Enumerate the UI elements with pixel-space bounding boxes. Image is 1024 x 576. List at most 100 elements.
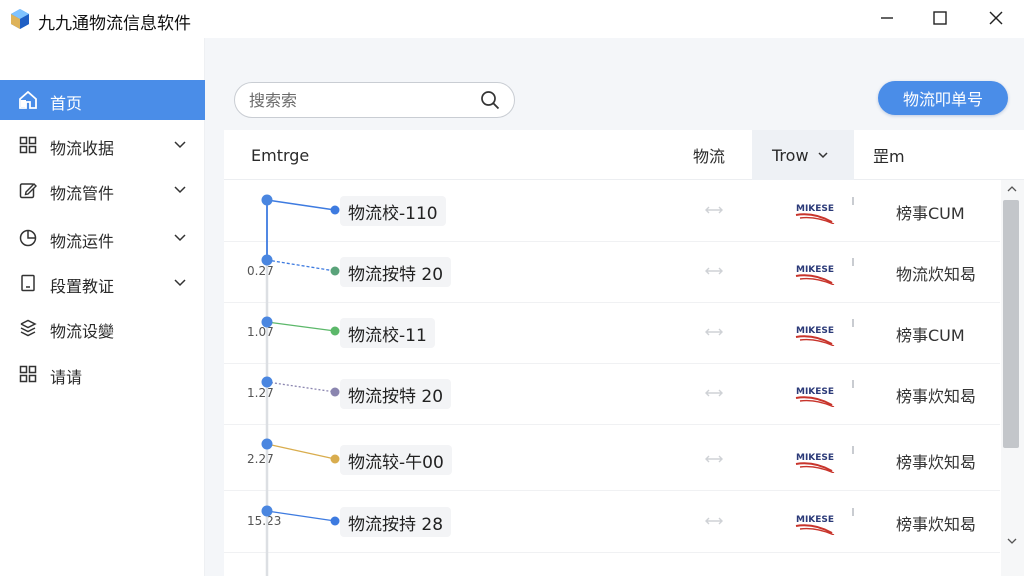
search-icon[interactable]: [480, 90, 500, 110]
sidebar-item-home[interactable]: 首页: [0, 80, 205, 120]
chevron-down-icon: [174, 141, 186, 149]
pie-chart-icon: [19, 229, 37, 247]
chevron-down-icon: [174, 279, 186, 287]
sidebar-item-transport[interactable]: 物流运件: [0, 218, 205, 258]
sidebar-item-receipts[interactable]: 物流收据: [0, 125, 205, 165]
sidebar-item-requests[interactable]: 请请: [0, 354, 205, 394]
carrier-logo-text: MIKESE: [796, 265, 834, 275]
row-status: 榜事炊知曷: [896, 387, 977, 406]
row-time: 15.23: [247, 514, 282, 528]
table-header: Emtrge 物流 Trow 罡m: [224, 130, 1024, 180]
carrier-logo: MIKESE: [795, 326, 835, 346]
shipment-name: 物流校-11: [340, 318, 435, 348]
sidebar: 首页 物流收据 物流管件 物流运件 段置教证 物流设變 请请: [0, 38, 205, 576]
link-icon[interactable]: [702, 203, 726, 217]
column-header-label: Trow: [772, 145, 809, 165]
minimize-button[interactable]: [860, 0, 914, 36]
table-row[interactable]: 2.27 物流较-午00 MIKESE 榜事炊知曷: [224, 430, 1000, 491]
maximize-button[interactable]: [913, 0, 967, 36]
edit-icon: [19, 183, 37, 199]
chevron-up-icon[interactable]: [1005, 184, 1019, 194]
scrollbar-thumb[interactable]: [1003, 200, 1019, 448]
divider: [852, 380, 854, 388]
search-input[interactable]: [249, 89, 469, 111]
title-bar: 九九通物流信息软件: [0, 0, 1024, 38]
divider: [852, 319, 854, 327]
chevron-down-icon: [818, 152, 828, 159]
link-icon[interactable]: [702, 452, 726, 466]
app-window: 九九通物流信息软件 首页 物流收据 物流管件 物流运件 段置教证 物流设變 请请…: [0, 0, 1024, 576]
close-button[interactable]: [969, 0, 1023, 36]
column-header-logistics[interactable]: 物流: [693, 130, 725, 180]
row-time: 1.07: [247, 325, 274, 339]
sidebar-item-label: 物流管件: [50, 184, 115, 203]
grid-icon: [19, 365, 37, 383]
sidebar-item-label: 请请: [50, 368, 83, 387]
carrier-logo: MIKESE: [795, 265, 835, 285]
chevron-down-icon[interactable]: [1005, 536, 1019, 546]
table-row[interactable]: 1.27 物流按特 20 MIKESE 榜事炊知曷: [224, 364, 1000, 425]
sidebar-item-label: 首页: [50, 94, 83, 113]
shipment-name: 物流按特 20: [340, 379, 452, 409]
sidebar-item-label: 物流设變: [50, 322, 115, 341]
chevron-down-icon: [174, 186, 186, 194]
sidebar-item-label: 物流运件: [50, 232, 115, 251]
row-status: 榜事CUM: [896, 204, 965, 223]
carrier-logo-text: MIKESE: [796, 453, 834, 463]
search-box[interactable]: [234, 82, 515, 118]
sidebar-item-management[interactable]: 物流管件: [0, 170, 205, 210]
link-icon[interactable]: [702, 386, 726, 400]
window-title: 九九通物流信息软件: [38, 14, 191, 34]
table-row[interactable]: 物流校-110 MIKESE 榜事CUM: [224, 181, 1000, 242]
sidebar-item-label: 段置教证: [50, 277, 115, 296]
sidebar-item-settings-docs[interactable]: 段置教证: [0, 263, 205, 303]
document-icon: [21, 274, 35, 292]
home-icon: [19, 91, 37, 109]
carrier-logo: MIKESE: [795, 453, 835, 473]
table-row[interactable]: 0.27 物流按特 20 MIKESE 物流炊知曷: [224, 242, 1000, 303]
carrier-logo-text: MIKESE: [796, 387, 834, 397]
divider: [852, 197, 854, 205]
divider: [852, 258, 854, 266]
chevron-down-icon: [174, 234, 186, 242]
shipments-table: Emtrge 物流 Trow 罡m 物流校-110 MIKESE 榜事CUM 0…: [224, 130, 1024, 576]
row-status: 榜事CUM: [896, 326, 965, 345]
vertical-scrollbar[interactable]: [1001, 180, 1024, 576]
carrier-logo: MIKESE: [795, 204, 835, 224]
layers-icon: [20, 319, 37, 337]
sidebar-item-devices[interactable]: 物流设變: [0, 308, 205, 348]
carrier-logo-text: MIKESE: [796, 326, 834, 336]
row-status: 榜事炊知曷: [896, 453, 977, 472]
carrier-logo: MIKESE: [795, 515, 835, 535]
minimize-icon: [881, 17, 893, 19]
grid-icon: [19, 136, 37, 154]
sidebar-item-label: 物流收据: [50, 139, 115, 158]
shipment-name: 物流按持 28: [340, 507, 452, 537]
divider: [852, 508, 854, 516]
row-time: 1.27: [247, 386, 274, 400]
column-header-emtrge[interactable]: Emtrge: [251, 130, 309, 180]
row-status: 物流炊知曷: [896, 265, 977, 284]
shipment-name: 物流较-午00: [340, 445, 452, 475]
table-row[interactable]: 1.07 物流校-11 MIKESE 榜事CUM: [224, 303, 1000, 364]
shipment-name: 物流按特 20: [340, 257, 452, 287]
link-icon[interactable]: [702, 264, 726, 278]
carrier-logo-text: MIKESE: [796, 515, 834, 525]
carrier-logo: MIKESE: [795, 387, 835, 407]
link-icon[interactable]: [702, 514, 726, 528]
table-row[interactable]: 15.23 物流按持 28 MIKESE 榜事炊知曷: [224, 492, 1000, 553]
carrier-logo-text: MIKESE: [796, 204, 834, 214]
maximize-icon: [933, 11, 947, 25]
close-icon: [989, 11, 1003, 25]
track-number-button[interactable]: 物流叩单号: [878, 81, 1008, 115]
link-icon[interactable]: [702, 325, 726, 339]
app-logo-icon: [11, 9, 29, 29]
row-status: 榜事炊知曷: [896, 515, 977, 534]
shipment-name: 物流校-110: [340, 196, 446, 226]
column-header-trow[interactable]: Trow: [752, 130, 854, 180]
divider: [852, 446, 854, 454]
column-header-status[interactable]: 罡m: [873, 130, 905, 180]
row-time: 0.27: [247, 264, 274, 278]
row-time: 2.27: [247, 452, 274, 466]
main-content: 物流叩单号 Emtrge 物流 Trow 罡m 物流校-110 MIKESE: [205, 38, 1024, 576]
